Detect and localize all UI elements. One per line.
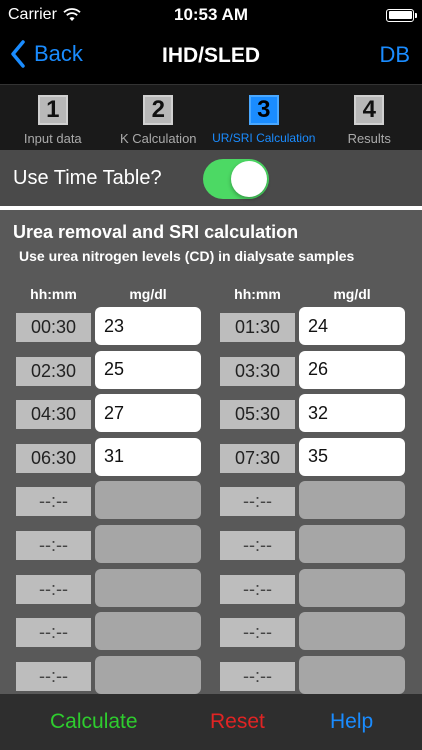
left-time-cell[interactable]: 06:30 <box>16 443 91 473</box>
right-time-cell[interactable]: --:-- <box>220 531 295 560</box>
navigation-bar: Back IHD/SLED DB <box>0 30 422 84</box>
reset-button[interactable]: Reset <box>210 710 265 734</box>
step-label: K Calculation <box>119 131 197 146</box>
bottom-toolbar: Calculate Reset Help <box>0 694 422 750</box>
step-tab-results[interactable]: 4 Results <box>317 85 422 150</box>
left-value-input[interactable] <box>95 525 201 563</box>
right-time-cell[interactable]: 07:30 <box>220 443 295 473</box>
right-value-input[interactable] <box>299 655 405 694</box>
right-time-cell[interactable]: 03:30 <box>220 356 295 386</box>
step-number: 4 <box>354 95 385 125</box>
step-label: UR/SRI Calculation <box>212 131 316 145</box>
step-number: 1 <box>37 95 68 125</box>
left-time-cell[interactable]: --:-- <box>16 618 91 648</box>
right-time-header: hh:mm <box>234 286 281 302</box>
step-tabs: 1 Input data 2 K Calculation 3 UR/SRI Ca… <box>0 84 422 150</box>
step-tab-k-calculation[interactable]: 2 K Calculation <box>106 85 212 150</box>
left-value-input[interactable]: 25 <box>95 350 201 389</box>
left-value-input[interactable] <box>95 655 201 694</box>
left-time-cell[interactable]: --:-- <box>16 531 91 560</box>
status-right <box>274 8 417 22</box>
step-label: Results <box>347 131 391 146</box>
time-table-switch[interactable] <box>203 159 269 199</box>
left-value-input[interactable] <box>95 612 201 651</box>
chevron-left-icon <box>11 40 25 68</box>
back-label: Back <box>34 41 83 66</box>
carrier-label: Carrier <box>8 6 57 23</box>
db-button[interactable]: DB <box>379 42 410 68</box>
right-time-cell[interactable]: --:-- <box>220 574 295 604</box>
calculate-button[interactable]: Calculate <box>50 710 138 734</box>
status-bar: Carrier 10:53 AM <box>0 0 422 30</box>
right-value-input[interactable] <box>299 481 405 520</box>
wifi-icon <box>63 8 81 21</box>
time-table-row: Use Time Table? <box>0 150 422 206</box>
left-value-input[interactable]: 31 <box>95 437 201 476</box>
right-value-header: mg/dl <box>333 286 371 302</box>
step-number: 2 <box>143 95 174 125</box>
help-button[interactable]: Help <box>330 710 373 734</box>
left-time-cell[interactable]: 04:30 <box>16 400 91 430</box>
back-button[interactable]: Back <box>10 40 83 68</box>
step-tab-input-data[interactable]: 1 Input data <box>0 85 106 150</box>
step-tab-ur-sri-calculation[interactable]: 3 UR/SRI Calculation <box>211 85 317 150</box>
status-time: 10:53 AM <box>173 5 248 24</box>
right-value-input[interactable] <box>299 525 405 563</box>
battery-icon <box>386 8 417 22</box>
left-time-cell[interactable]: --:-- <box>16 574 91 604</box>
right-time-cell[interactable]: --:-- <box>220 487 295 517</box>
left-value-input[interactable] <box>95 568 201 607</box>
time-table-label: Use Time Table? <box>13 166 162 189</box>
right-value-input[interactable]: 24 <box>299 307 405 345</box>
right-time-cell[interactable]: 01:30 <box>220 313 295 342</box>
left-value-header: mg/dl <box>129 286 167 302</box>
step-label: Input data <box>23 131 82 146</box>
section-title: Urea removal and SRI calculation <box>13 222 299 242</box>
left-value-input[interactable] <box>95 481 201 520</box>
left-value-input[interactable]: 27 <box>95 394 201 433</box>
left-value-input[interactable]: 23 <box>95 307 201 345</box>
right-time-cell[interactable]: --:-- <box>220 661 295 691</box>
right-time-cell[interactable]: --:-- <box>220 618 295 648</box>
switch-knob <box>231 161 267 197</box>
right-value-input[interactable]: 32 <box>299 394 405 433</box>
left-time-cell[interactable]: --:-- <box>16 487 91 517</box>
status-left: Carrier <box>8 6 148 24</box>
left-time-cell[interactable]: 00:30 <box>16 313 91 342</box>
right-value-input[interactable] <box>299 568 405 607</box>
left-time-cell[interactable]: --:-- <box>16 661 91 691</box>
left-time-cell[interactable]: 02:30 <box>16 356 91 386</box>
calculation-section: Urea removal and SRI calculation Use ure… <box>0 210 422 694</box>
right-value-input[interactable]: 26 <box>299 350 405 389</box>
right-value-input[interactable] <box>299 612 405 651</box>
left-time-header: hh:mm <box>30 286 77 302</box>
section-subtitle: Use urea nitrogen levels (CD) in dialysa… <box>19 248 355 264</box>
step-number: 3 <box>248 95 279 125</box>
right-time-cell[interactable]: 05:30 <box>220 400 295 430</box>
right-value-input[interactable]: 35 <box>299 437 405 476</box>
